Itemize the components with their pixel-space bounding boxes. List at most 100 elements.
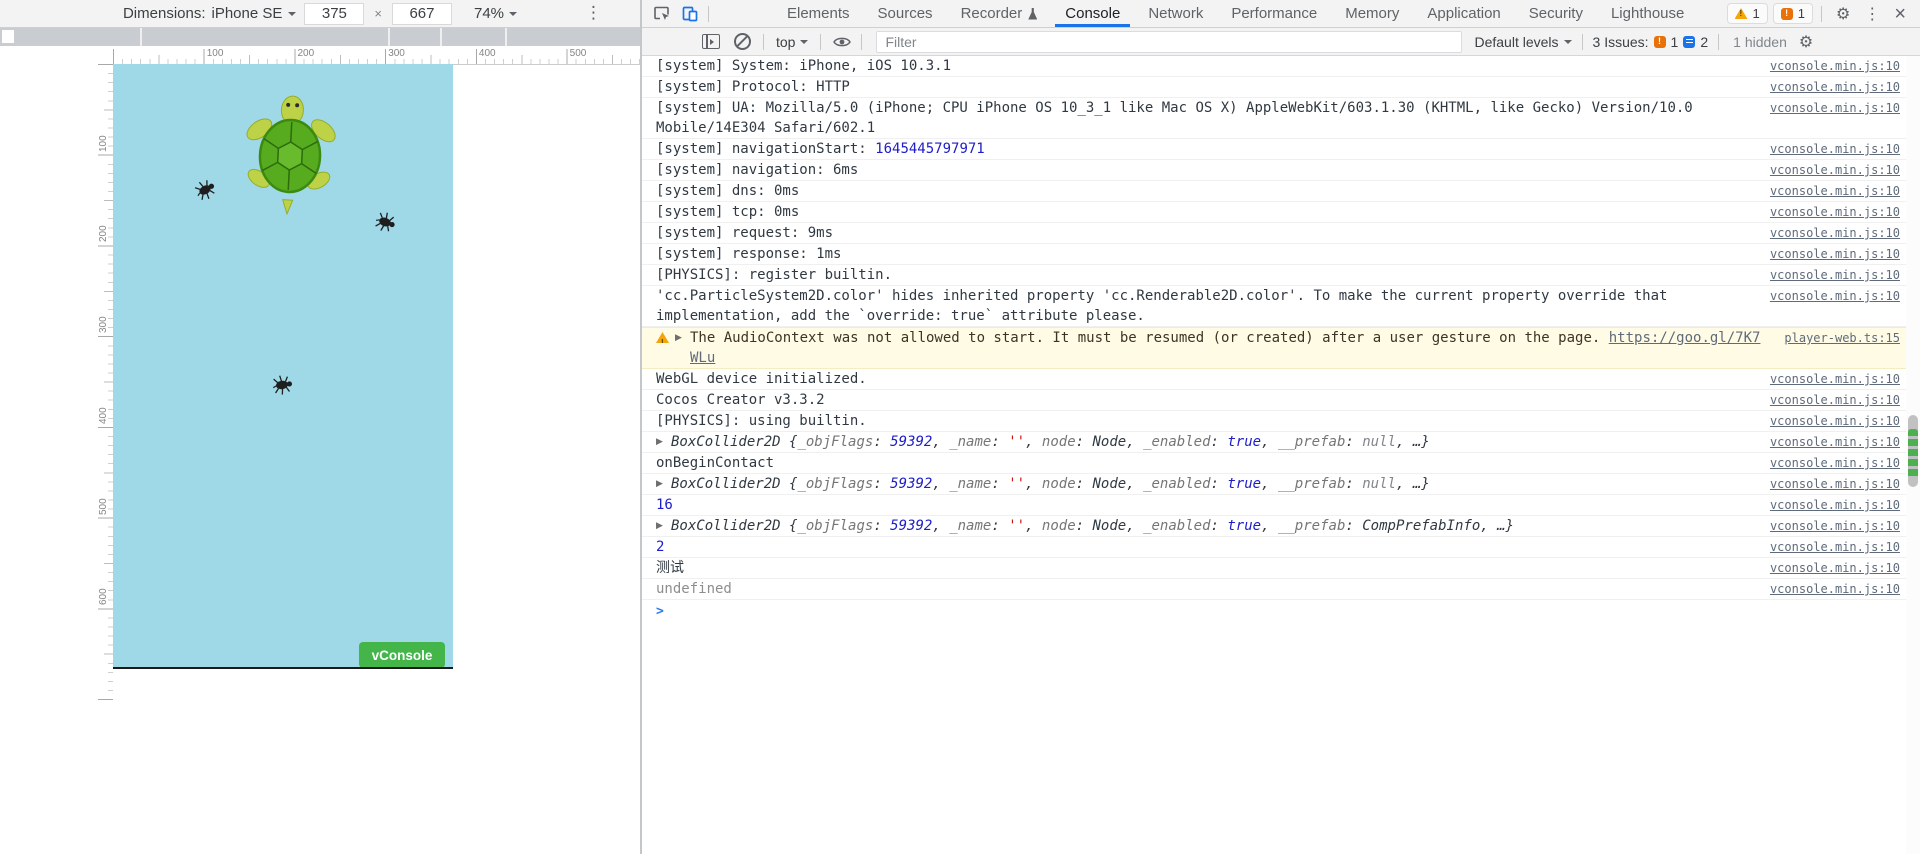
message-icon [1683, 35, 1696, 48]
viewport-width-input[interactable] [304, 2, 365, 25]
tab-lighthouse[interactable]: Lighthouse [1597, 0, 1698, 27]
scrollbar-marks [1908, 429, 1918, 479]
console-message-text: The AudioContext was not allowed to star… [690, 330, 1761, 366]
console-source-link[interactable]: vconsole.min.js:10 [1754, 453, 1900, 473]
console-message-text: [system] response: 1ms [656, 246, 842, 262]
device-name: iPhone SE [211, 5, 283, 22]
tab-application[interactable]: Application [1413, 0, 1514, 27]
ruler-label: 300 [388, 48, 405, 59]
console-message-row: 2 vconsole.min.js:10 [642, 537, 1920, 558]
console-source-link[interactable]: vconsole.min.js:10 [1754, 432, 1900, 452]
bug-sprite [271, 373, 294, 397]
console-source-link[interactable]: vconsole.min.js:10 [1754, 474, 1900, 494]
console-source-link[interactable]: vconsole.min.js:10 [1754, 286, 1900, 306]
console-message-row: [system] Protocol: HTTP vconsole.min.js:1… [642, 77, 1920, 98]
console-source-link[interactable]: vconsole.min.js:10 [1754, 265, 1900, 285]
devtools-tabs: Elements Sources Recorder Console Network Per… [773, 0, 1698, 27]
console-source-link[interactable]: vconsole.min.js:10 [1754, 516, 1900, 536]
console-sidebar-icon[interactable] [702, 34, 720, 49]
device-type-select[interactable]: Dimensions: iPhone SE [123, 5, 297, 22]
vconsole-button[interactable]: vConsole [359, 642, 445, 668]
tab-performance[interactable]: Performance [1217, 0, 1331, 27]
warnings-badge[interactable]: ! 1 [1726, 3, 1768, 24]
more-options-icon[interactable]: ⋮ [1864, 4, 1880, 23]
log-levels-select[interactable]: Default levels [1474, 34, 1572, 50]
console-source-link[interactable]: vconsole.min.js:10 [1754, 56, 1900, 76]
tab-network[interactable]: Network [1134, 0, 1217, 27]
console-message-row: onBeginContact vconsole.min.js:10 [642, 453, 1920, 474]
console-message-text: BoxCollider2D {_objFlags: 59392, _name: … [671, 518, 1514, 534]
console-source-link[interactable]: vconsole.min.js:10 [1754, 202, 1900, 222]
issues-count: 1 [1797, 6, 1805, 21]
expand-arrow-icon[interactable]: ▶ [656, 474, 671, 494]
ruler-label: 400 [478, 48, 496, 59]
console-message-row: Cocos Creator v3.3.2 vconsole.min.js:10 [642, 390, 1920, 411]
tab-console[interactable]: Console [1051, 0, 1134, 27]
console-source-link[interactable]: vconsole.min.js:10 [1754, 558, 1900, 578]
warning-icon: ! [656, 332, 669, 343]
console-filter-input[interactable] [876, 30, 1463, 53]
console-source-link[interactable]: vconsole.min.js:10 [1754, 244, 1900, 264]
zoom-level: 74% [473, 5, 505, 22]
hidden-messages-count[interactable]: 1 hidden [1733, 34, 1787, 50]
scrollbar-thumb[interactable] [1908, 415, 1918, 487]
console-source-link[interactable]: vconsole.min.js:10 [1754, 390, 1900, 410]
close-devtools-icon[interactable]: × [1894, 4, 1906, 24]
console-log-area: [system] System: iPhone, iOS 10.3.1 vcons… [642, 56, 1920, 854]
console-message-row: [system] System: iPhone, iOS 10.3.1 vcons… [642, 56, 1920, 77]
console-source-link[interactable]: vconsole.min.js:10 [1754, 411, 1900, 431]
console-message-text: [system] request: 9ms [656, 225, 834, 241]
console-settings-gear-icon[interactable]: ⚙ [1799, 33, 1813, 50]
ruler-label: 300 [98, 316, 109, 334]
expand-arrow-icon[interactable]: ▶ [656, 516, 671, 536]
ruler-label: 400 [98, 407, 109, 424]
expand-arrow-icon[interactable]: ▶ [656, 432, 671, 452]
inspect-element-icon[interactable] [652, 4, 672, 24]
toolbar-separator [820, 33, 822, 50]
devtools-window-buttons: ⚙ ⋮ × [1836, 4, 1906, 24]
console-message-text: undefined [656, 581, 732, 597]
zoom-select[interactable]: 74% [473, 5, 518, 22]
console-prompt-row[interactable]: > [642, 600, 1920, 622]
javascript-context-select[interactable]: top [776, 34, 809, 50]
console-source-link[interactable]: vconsole.min.js:10 [1754, 160, 1900, 180]
console-source-link[interactable]: player-web.ts:15 [1768, 328, 1900, 348]
console-source-link[interactable]: vconsole.min.js:10 [1754, 579, 1900, 599]
toolbar-separator [1718, 33, 1720, 50]
console-message-text: BoxCollider2D {_objFlags: 59392, _name: … [671, 434, 1430, 450]
console-source-link[interactable]: vconsole.min.js:10 [1754, 77, 1900, 97]
device-toolbar-more-icon[interactable]: ⋮ [585, 3, 602, 23]
console-message-text: 'cc.ParticleSystem2D.color' hides inheri… [656, 288, 1668, 324]
tab-security[interactable]: Security [1515, 0, 1597, 27]
console-source-link[interactable]: vconsole.min.js:10 [1754, 495, 1900, 515]
tab-memory[interactable]: Memory [1331, 0, 1413, 27]
console-message-text: [PHYSICS]: using builtin. [656, 413, 867, 429]
console-message-text: onBeginContact [656, 455, 775, 471]
console-message-text: [system] UA: Mozilla/5.0 (iPhone; CPU iP… [656, 100, 1693, 136]
issues-summary[interactable]: 3 Issues: ! 1 2 [1593, 34, 1709, 50]
expand-arrow-icon[interactable]: ▶ [675, 328, 690, 348]
issues-badge[interactable]: ! 1 [1772, 3, 1813, 24]
console-source-link[interactable]: vconsole.min.js:10 [1754, 139, 1900, 159]
tab-elements[interactable]: Elements [773, 0, 864, 27]
device-viewport[interactable]: vConsole [113, 64, 453, 669]
clear-console-icon[interactable] [734, 33, 751, 50]
console-source-link[interactable]: vconsole.min.js:10 [1754, 369, 1900, 389]
console-source-link[interactable]: vconsole.min.js:10 [1754, 537, 1900, 557]
live-expression-eye-icon[interactable] [833, 36, 852, 48]
devtools-tab-bar: Elements Sources Recorder Console Network Per… [642, 0, 1920, 28]
ruler-label: 100 [98, 135, 109, 152]
tab-sources[interactable]: Sources [864, 0, 947, 27]
media-query-bar[interactable] [0, 28, 640, 46]
device-toolbar-toggle-icon[interactable] [680, 4, 700, 24]
toolbar-separator [763, 33, 764, 50]
tab-recorder[interactable]: Recorder [947, 0, 1052, 27]
console-scrollbar[interactable] [1906, 56, 1920, 854]
console-message-row: [PHYSICS]: register builtin. vconsole.min… [642, 265, 1920, 286]
console-source-link[interactable]: vconsole.min.js:10 [1754, 223, 1900, 243]
console-message-row: WebGL device initialized. vconsole.min.js… [642, 369, 1920, 390]
settings-gear-icon[interactable]: ⚙ [1836, 5, 1850, 22]
console-source-link[interactable]: vconsole.min.js:10 [1754, 98, 1900, 118]
viewport-height-input[interactable] [391, 2, 452, 25]
console-source-link[interactable]: vconsole.min.js:10 [1754, 181, 1900, 201]
